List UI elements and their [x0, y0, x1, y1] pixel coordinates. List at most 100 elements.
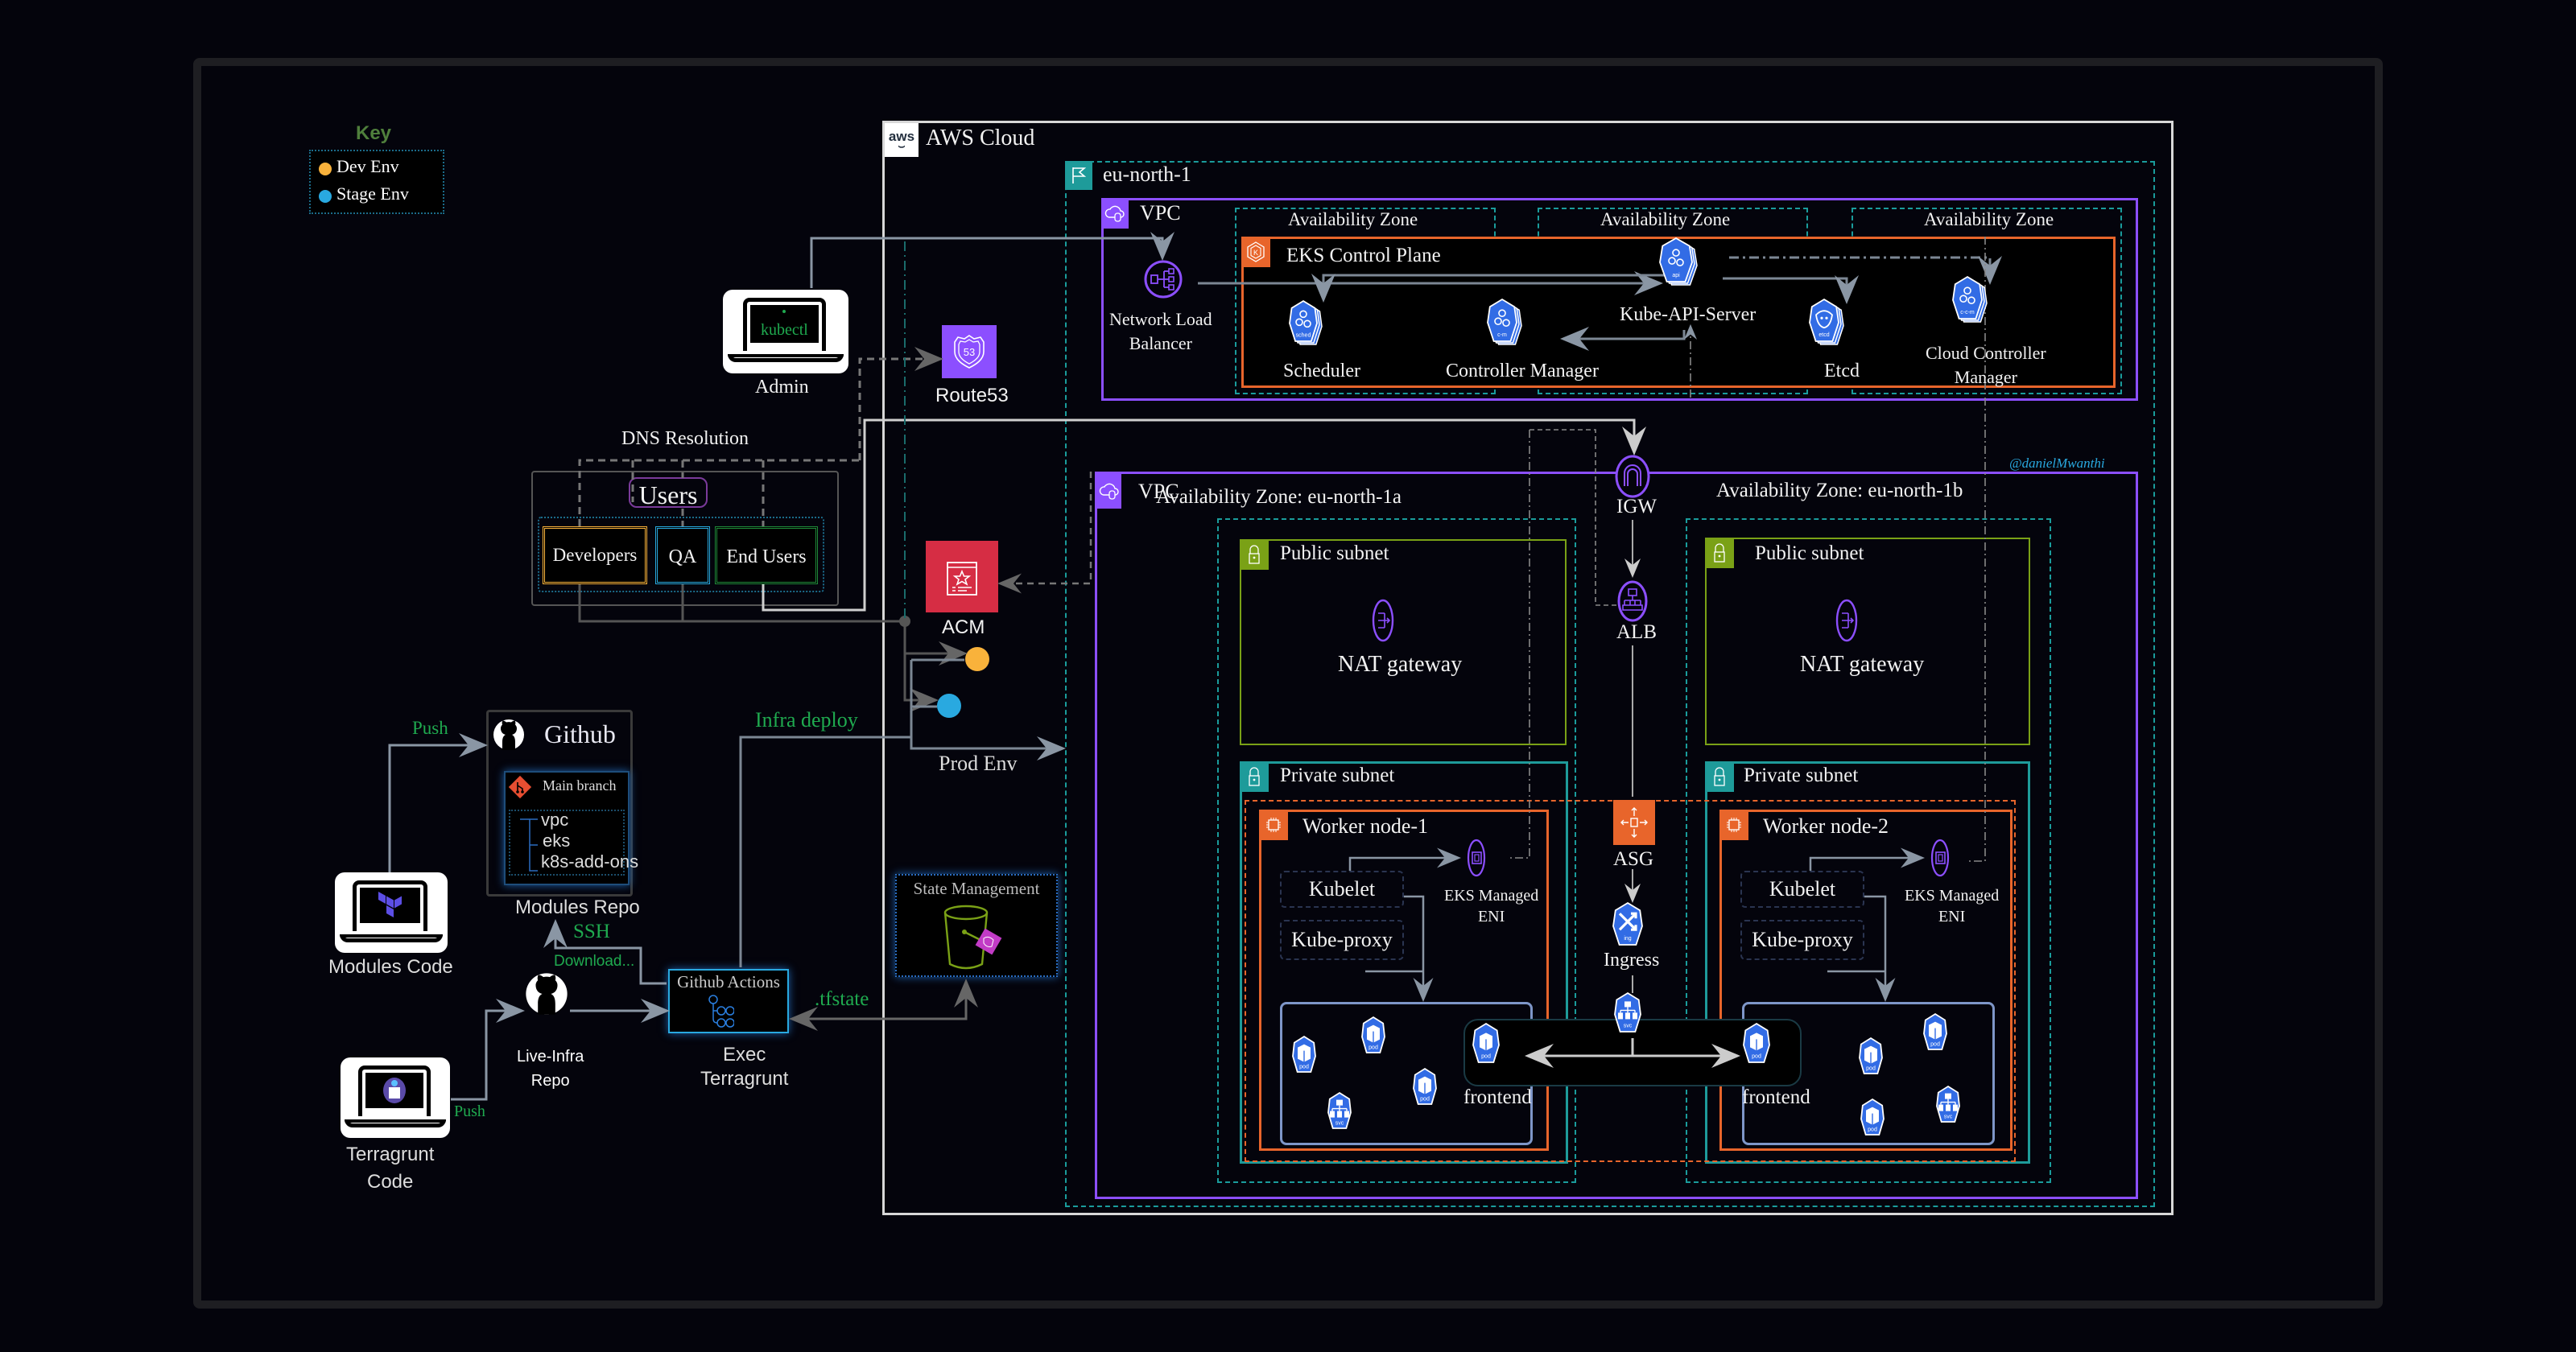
ingress-icon[interactable]: ing	[1612, 901, 1650, 955]
key-legend: Dev Env Stage Env	[309, 150, 444, 214]
nlb-label-line1: Network Load	[1109, 309, 1212, 329]
network-load-balancer-icon[interactable]	[1143, 259, 1183, 299]
lock-icon	[1240, 539, 1269, 570]
az-label-1: Availability Zone	[1288, 209, 1418, 229]
admin-label: Admin	[755, 377, 809, 398]
tfstate-label: .tfstate	[815, 988, 869, 1010]
svg-text:pod: pod	[1420, 1096, 1430, 1102]
end-users-box[interactable]: End Users	[715, 526, 818, 584]
svg-text:pod: pod	[1866, 1066, 1876, 1071]
svg-text:pod: pod	[1299, 1064, 1309, 1070]
auto-scaling-group-icon[interactable]	[1613, 800, 1655, 845]
terragrunt-code-line1: Terragrunt	[346, 1144, 435, 1165]
nat-gateway-a-label: NAT gateway	[1338, 652, 1463, 677]
scheduler-icon[interactable]: sched	[1288, 299, 1325, 352]
kubelet-label-2: Kubelet	[1769, 877, 1836, 901]
etcd-icon[interactable]: etcd	[1808, 298, 1847, 352]
svg-text:pod: pod	[1481, 1054, 1491, 1060]
state-management-label: State Management	[913, 879, 1040, 898]
pod-icon[interactable]: pod	[1860, 1098, 1892, 1145]
dev-env-dot	[319, 163, 332, 175]
ssh-label: SSH	[573, 921, 610, 942]
svg-text:K: K	[1253, 249, 1258, 257]
eni-icon	[1467, 839, 1486, 877]
git-icon	[507, 774, 533, 800]
controller-manager-icon[interactable]: c-m	[1486, 298, 1525, 352]
frontend-service-icon[interactable]: svc	[1613, 991, 1649, 1042]
pod-icon[interactable]: pod	[1412, 1067, 1444, 1115]
acm-icon[interactable]	[926, 541, 998, 612]
qa-box[interactable]: QA	[655, 526, 710, 584]
route53-label: Route53	[935, 385, 1009, 406]
eni-label-2-line1: EKS Managed	[1905, 887, 2000, 905]
live-infra-line1: Live-Infra	[517, 1048, 584, 1066]
ec2-chip-icon	[1259, 810, 1288, 840]
service-icon[interactable]: svc	[1327, 1091, 1359, 1139]
aws-logo-icon: aws ⌣	[885, 123, 919, 157]
region-label: eu-north-1	[1103, 163, 1191, 186]
stage-env-indicator	[937, 694, 961, 718]
aws-cloud-label: AWS Cloud	[926, 126, 1035, 150]
kube-proxy-label-2: Kube-proxy	[1752, 928, 1853, 951]
az-label-2: Availability Zone	[1600, 209, 1731, 229]
module-vpc[interactable]: vpc	[541, 810, 568, 830]
ccm-label: Cloud Controller Manager	[1926, 341, 2046, 390]
developers-label: Developers	[552, 545, 638, 565]
pod-icon[interactable]: pod	[1291, 1035, 1323, 1082]
exec-line2: Terragrunt	[700, 1068, 789, 1090]
alb-label: ALB	[1616, 621, 1657, 643]
terragrunt-code-line2: Code	[367, 1171, 414, 1193]
kube-api-server-icon[interactable]: api	[1658, 237, 1700, 292]
s3-bucket-icon	[943, 905, 1002, 970]
service-icon[interactable]: svc	[1935, 1085, 1967, 1132]
internet-gateway-icon[interactable]	[1613, 454, 1652, 499]
svg-text:svc: svc	[1624, 1024, 1633, 1029]
etcd-label: Etcd	[1824, 361, 1860, 381]
acm-label: ACM	[942, 616, 985, 638]
admin-laptop[interactable]: kubectl	[723, 290, 848, 373]
kubectl-text: kubectl	[760, 321, 808, 340]
prod-env-label: Prod Env	[939, 752, 1018, 775]
modules-code-laptop[interactable]	[335, 872, 448, 953]
public-subnet-a	[1240, 539, 1567, 745]
frontend-label-2: frontend	[1742, 1086, 1810, 1108]
application-load-balancer-icon[interactable]	[1616, 579, 1649, 623]
terragrunt-icon	[382, 1078, 406, 1103]
state-management-box[interactable]: State Management	[895, 874, 1058, 977]
ccm-label-line2: Manager	[1954, 367, 2017, 387]
vpc-cloud-icon-2	[1097, 473, 1121, 509]
module-eks[interactable]: eks	[543, 831, 570, 851]
pod-icon[interactable]: pod	[1922, 1012, 1955, 1060]
dev-env-label: Dev Env	[336, 156, 399, 176]
push-label-bottom: Push	[454, 1103, 485, 1120]
kube-api-server-label: Kube-API-Server	[1620, 304, 1757, 325]
zone-a-label: Availability Zone: eu-north-1a	[1156, 486, 1402, 508]
frontend-pod-icon[interactable]: pod	[1472, 1022, 1507, 1073]
pod-icon[interactable]: pod	[1858, 1037, 1890, 1084]
vpc-cloud-icon	[1101, 198, 1129, 229]
svg-text:pod: pod	[1752, 1054, 1761, 1060]
kube-proxy-box-2: Kube-proxy	[1740, 920, 1864, 960]
svg-text:api: api	[1672, 273, 1680, 278]
zone-b-label: Availability Zone: eu-north-1b	[1716, 480, 1963, 501]
eni-label-2-line2: ENI	[1938, 908, 1966, 925]
modules-repo-label: Modules Repo	[515, 897, 640, 918]
github-actions-label: Github Actions	[677, 972, 780, 991]
cloud-controller-manager-icon[interactable]: c-c-m	[1951, 275, 1990, 329]
live-infra-line2: Repo	[530, 1072, 570, 1090]
terragrunt-code-laptop[interactable]	[341, 1057, 450, 1138]
svg-text:pod: pod	[1368, 1045, 1378, 1050]
frontend-pod-icon[interactable]: pod	[1742, 1022, 1777, 1073]
lock-icon	[1705, 761, 1734, 792]
github-actions-box[interactable]: Github Actions	[668, 969, 789, 1033]
module-k8s-add-ons[interactable]: k8s-add-ons	[541, 851, 638, 872]
eni-label-1-line2: ENI	[1477, 908, 1505, 925]
stage-env-label: Stage Env	[336, 183, 409, 204]
route53-icon[interactable]: 53	[942, 325, 997, 378]
github-title: Github	[544, 719, 616, 748]
live-infra-github-icon[interactable]	[525, 971, 568, 1015]
private-subnet-a-label: Private subnet	[1280, 765, 1395, 786]
pod-icon[interactable]: pod	[1360, 1016, 1393, 1063]
developers-box[interactable]: Developers	[543, 526, 647, 584]
modules-list: vpc eks k8s-add-ons	[509, 810, 638, 876]
